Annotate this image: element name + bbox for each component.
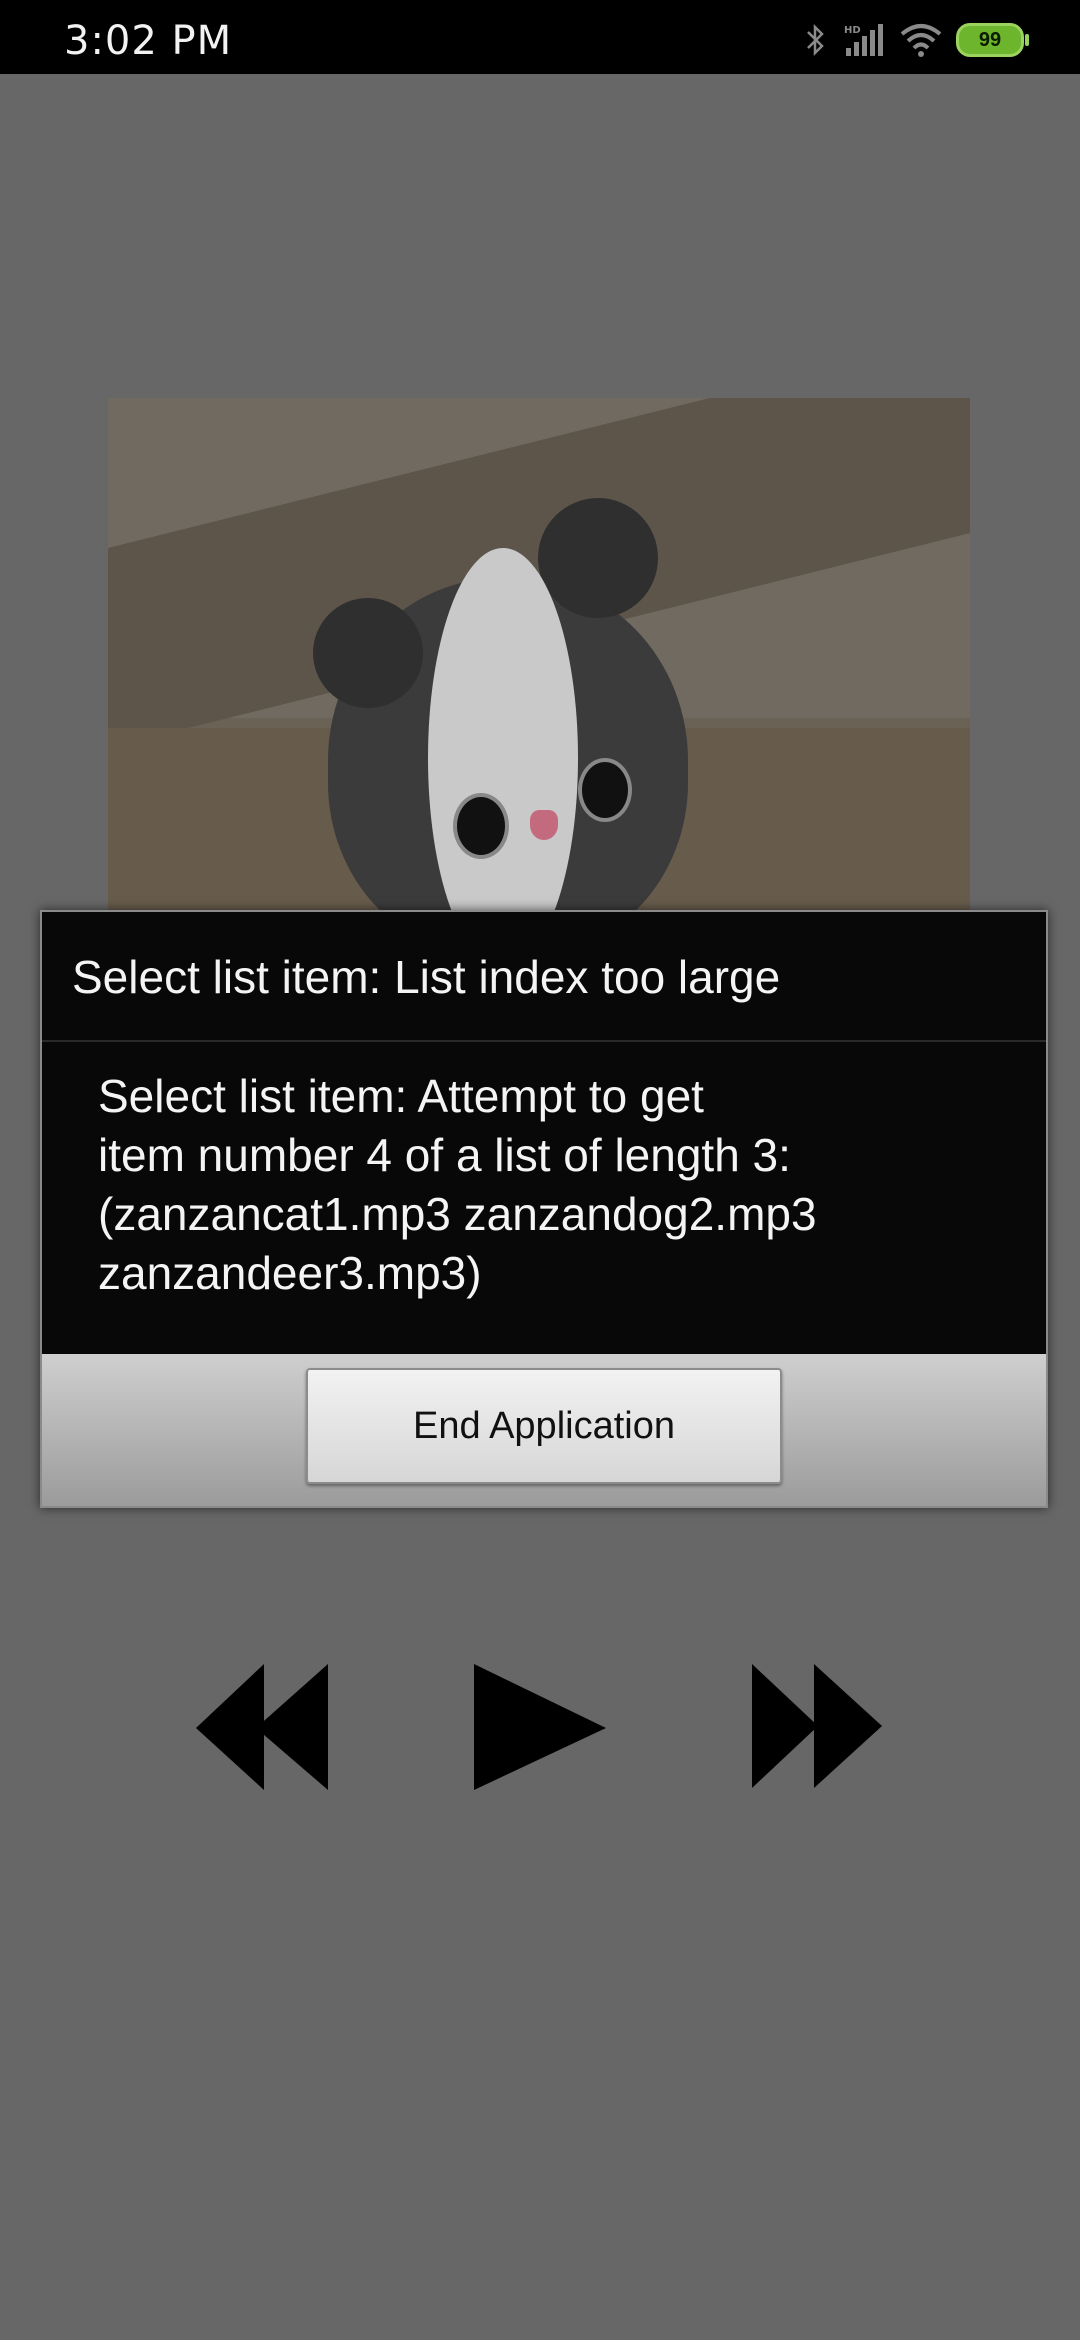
status-bar: 3:02 PM HD 99: [0, 0, 1080, 74]
dialog-footer: End Application: [42, 1354, 1046, 1506]
fast-forward-icon[interactable]: [750, 1662, 886, 1792]
dialog-title: Select list item: List index too large: [42, 912, 1046, 1042]
wifi-icon: [900, 24, 942, 57]
bluetooth-icon: [807, 23, 824, 57]
status-time: 3:02 PM: [64, 18, 233, 64]
error-dialog: Select list item: List index too large S…: [40, 910, 1048, 1508]
svg-text:HD: HD: [844, 25, 861, 36]
end-application-button[interactable]: End Application: [306, 1368, 782, 1484]
playback-controls: [0, 1650, 1080, 1800]
hd-signal-icon: HD: [844, 24, 883, 56]
dialog-message: Select list item: Attempt to get item nu…: [98, 1070, 817, 1299]
status-icons: HD 99: [804, 20, 1029, 60]
rewind-icon[interactable]: [192, 1662, 332, 1792]
play-icon[interactable]: [472, 1662, 608, 1792]
battery-level: 99: [978, 28, 1002, 51]
battery-icon: 99: [956, 23, 1029, 57]
